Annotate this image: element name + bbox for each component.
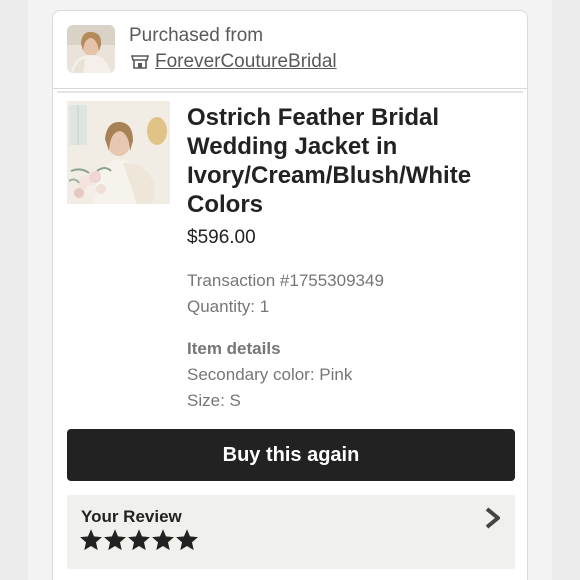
your-review-label: Your Review (81, 507, 182, 526)
star-icon (80, 529, 102, 551)
shop-header: Purchased from ForeverCoutureBridal (53, 11, 527, 89)
product-title[interactable]: Ostrich Feather Bridal Wedding Jacket in… (187, 103, 507, 219)
your-review-panel[interactable]: Your Review (67, 495, 515, 569)
right-margin (552, 0, 580, 580)
item-details-heading: Item details (187, 339, 281, 358)
chevron-right-icon[interactable] (485, 507, 501, 529)
purchased-from-label: Purchased from (129, 25, 264, 46)
buy-again-button[interactable]: Buy this again (67, 429, 515, 481)
shop-name-text: ForeverCoutureBridal (155, 51, 337, 72)
secondary-color: Secondary color: Pink (187, 365, 353, 384)
product-thumbnail[interactable] (67, 101, 170, 204)
star-rating (80, 529, 198, 551)
star-icon (104, 529, 126, 551)
transaction-number: Transaction #1755309349 (187, 271, 384, 290)
quantity: Quantity: 1 (187, 297, 270, 316)
shop-name-link[interactable]: ForeverCoutureBridal (131, 51, 337, 73)
order-card: Purchased from ForeverCoutureBridal Ostr… (52, 10, 528, 580)
product-image (67, 101, 170, 204)
shop-avatar-image (67, 25, 115, 73)
star-icon (152, 529, 174, 551)
shop-avatar[interactable] (67, 25, 115, 73)
section-divider (57, 91, 523, 93)
star-icon (128, 529, 150, 551)
product-price: $596.00 (187, 227, 256, 248)
left-margin (0, 0, 28, 580)
star-icon (176, 529, 198, 551)
item-size: Size: S (187, 391, 241, 410)
store-icon (131, 55, 149, 69)
